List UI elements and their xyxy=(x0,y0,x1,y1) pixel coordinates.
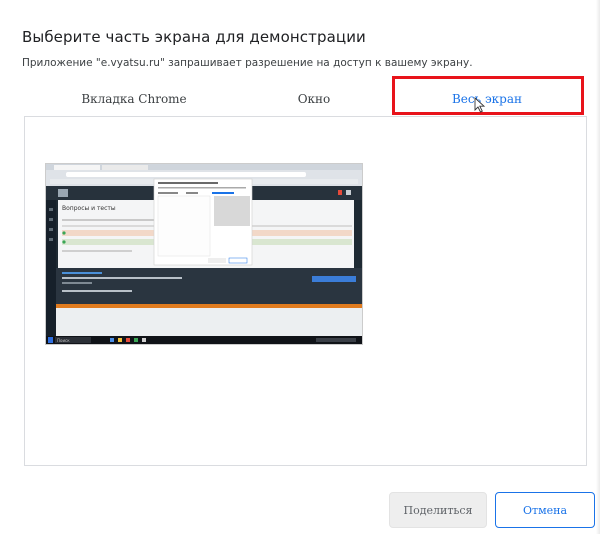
source-tabs: Вкладка Chrome Окно Весь экран xyxy=(24,82,587,116)
mouse-pointer-icon xyxy=(474,97,486,113)
screen-preview-image: Вопросы и тесты Поиск xyxy=(46,164,362,344)
dialog-subtitle: Приложение "e.vyatsu.ru" запрашивает раз… xyxy=(22,57,473,69)
tab-entire-screen[interactable]: Весь экран xyxy=(392,82,582,116)
tab-chrome-tab[interactable]: Вкладка Chrome xyxy=(44,82,224,116)
share-button[interactable]: Поделиться xyxy=(389,492,487,528)
screen-share-dialog: Выберите часть экрана для демонстрации П… xyxy=(0,0,600,534)
dialog-title: Выберите часть экрана для демонстрации xyxy=(22,28,366,46)
preview-taskbar-search: Поиск xyxy=(57,338,70,343)
preview-heading: Вопросы и тесты xyxy=(62,205,116,212)
entire-screen-thumbnail[interactable]: Вопросы и тесты Поиск xyxy=(46,164,362,344)
tab-window[interactable]: Окно xyxy=(254,82,374,116)
dialog-edge xyxy=(596,0,600,534)
cancel-button[interactable]: Отмена xyxy=(495,492,595,528)
